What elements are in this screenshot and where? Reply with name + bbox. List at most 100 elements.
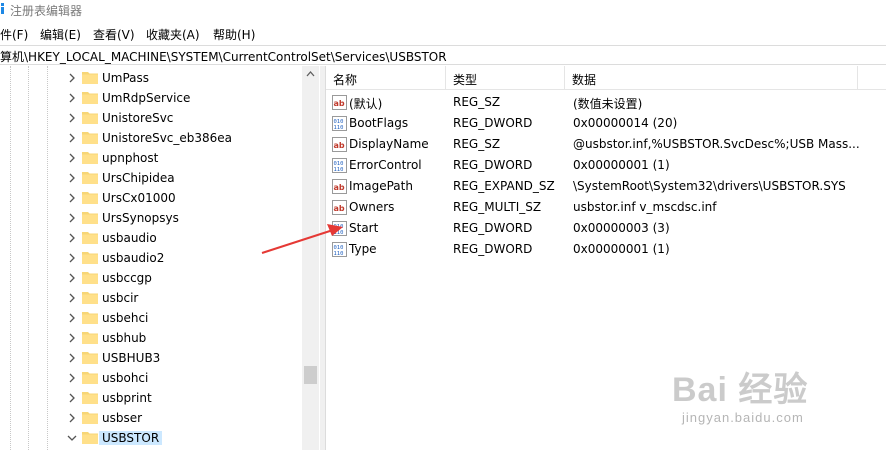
chevron-right-icon[interactable] <box>66 391 78 405</box>
folder-icon <box>82 312 98 324</box>
tree-item-label: UmPass <box>102 71 150 85</box>
tree-item[interactable]: usbser <box>66 408 306 428</box>
chevron-right-icon[interactable] <box>66 331 78 345</box>
tree-item[interactable]: usbhub <box>66 328 306 348</box>
tree-item-label: usbccgp <box>102 271 152 285</box>
folder-icon <box>82 392 98 404</box>
value-row[interactable]: 010 110 BootFlags REG_DWORD 0x00000014 (20) <box>326 113 886 134</box>
column-header-data[interactable]: 数据 <box>572 71 596 88</box>
column-separator[interactable] <box>564 66 565 90</box>
value-type: REG_DWORD <box>453 158 533 172</box>
column-header-name[interactable]: 名称 <box>333 71 357 88</box>
chevron-right-icon[interactable] <box>66 411 78 425</box>
tree-item[interactable]: UrsCx01000 <box>66 188 306 208</box>
scroll-thumb[interactable] <box>304 366 317 384</box>
chevron-right-icon[interactable] <box>66 351 78 365</box>
tree-item[interactable]: USBHUB3 <box>66 348 306 368</box>
value-row[interactable]: ab ImagePath REG_EXPAND_SZ \SystemRoot\Syst… <box>326 176 886 197</box>
tree-item[interactable]: usbohci <box>66 368 306 388</box>
tree-guide-line <box>47 66 48 450</box>
scroll-up-arrow-icon[interactable] <box>302 66 319 83</box>
chevron-right-icon[interactable] <box>66 311 78 325</box>
value-data: usbstor.inf v_mscdsc.inf <box>573 200 717 214</box>
chevron-right-icon[interactable] <box>66 111 78 125</box>
folder-icon <box>82 152 98 164</box>
chevron-right-icon[interactable] <box>66 171 78 185</box>
chevron-right-icon[interactable] <box>66 371 78 385</box>
tree-item[interactable]: usbprint <box>66 388 306 408</box>
tree-item[interactable]: USBSTOR <box>66 428 306 448</box>
tree-item[interactable]: UrsChipidea <box>66 168 306 188</box>
column-separator[interactable] <box>445 66 446 90</box>
svg-text:110: 110 <box>334 125 344 131</box>
value-type: REG_DWORD <box>453 242 533 256</box>
address-path[interactable]: 算机\HKEY_LOCAL_MACHINE\SYSTEM\CurrentCont… <box>0 48 447 65</box>
folder-icon <box>82 232 98 244</box>
menu-edit[interactable]: 编辑(E) <box>40 26 81 43</box>
address-bar[interactable]: 算机\HKEY_LOCAL_MACHINE\SYSTEM\CurrentCont… <box>0 45 886 65</box>
chevron-right-icon[interactable] <box>66 71 78 85</box>
tree-item-label: USBHUB3 <box>102 351 161 365</box>
tree-item-label: usbhub <box>102 331 147 345</box>
chevron-right-icon[interactable] <box>66 251 78 265</box>
watermark-brand: Bai 经验 <box>672 371 809 409</box>
tree-item[interactable]: usbccgp <box>66 268 306 288</box>
chevron-right-icon[interactable] <box>66 231 78 245</box>
tree-item[interactable]: usbaudio <box>66 228 306 248</box>
folder-icon <box>82 272 98 284</box>
tree-item[interactable]: UnistoreSvc_eb386ea <box>66 128 306 148</box>
watermark-url: jingyan.baidu.com <box>682 410 804 425</box>
tree-item[interactable]: usbehci <box>66 308 306 328</box>
folder-icon <box>82 252 98 264</box>
tree-item[interactable]: UmRdpService <box>66 88 306 108</box>
value-row[interactable]: 010 110 Start REG_DWORD 0x00000003 (3) <box>326 218 886 239</box>
chevron-right-icon[interactable] <box>66 151 78 165</box>
value-row[interactable]: 010 110 ErrorControl REG_DWORD 0x00000001 (1… <box>326 155 886 176</box>
tree-item[interactable]: upnphost <box>66 148 306 168</box>
column-header-type[interactable]: 类型 <box>453 71 477 88</box>
tree-item-label: UnistoreSvc <box>102 111 174 125</box>
tree-item-label: usbprint <box>102 391 152 405</box>
menu-view[interactable]: 查看(V) <box>93 26 135 43</box>
chevron-right-icon[interactable] <box>66 131 78 145</box>
menu-help[interactable]: 帮助(H) <box>213 26 255 43</box>
chevron-right-icon[interactable] <box>66 291 78 305</box>
value-name: ErrorControl <box>349 158 422 172</box>
menu-favorites[interactable]: 收藏夹(A) <box>146 26 200 43</box>
tree-item-label: UrsCx01000 <box>102 191 176 205</box>
tree-item[interactable]: usbaudio2 <box>66 248 306 268</box>
value-type: REG_SZ <box>453 137 501 151</box>
value-row[interactable]: 010 110 Type REG_DWORD 0x00000001 (1) <box>326 239 886 260</box>
string-value-icon: ab <box>332 137 347 152</box>
value-name: (默认) <box>349 97 383 111</box>
string-value-icon: ab <box>332 200 347 215</box>
binary-value-icon: 010110 <box>332 221 347 236</box>
folder-icon <box>82 352 98 364</box>
value-type: REG_EXPAND_SZ <box>453 179 555 193</box>
tree-item[interactable]: UmPass <box>66 68 306 88</box>
tree-item[interactable]: usbcir <box>66 288 306 308</box>
key-tree-pane[interactable]: UmPass UmRdpService UnistoreSvc UnistoreSvc… <box>0 66 320 450</box>
tree-item-label: UmRdpService <box>102 91 191 105</box>
chevron-right-icon[interactable] <box>66 211 78 225</box>
chevron-down-icon[interactable] <box>66 431 78 445</box>
tree-item-label: usbser <box>102 411 143 425</box>
column-separator[interactable] <box>857 66 858 90</box>
value-row[interactable]: ab DisplayName REG_SZ @usbstor.inf,%USBSTOR… <box>326 134 886 155</box>
chevron-right-icon[interactable] <box>66 91 78 105</box>
value-row[interactable]: ab (默认) REG_SZ (数值未设置) <box>326 92 886 113</box>
tree-scrollbar[interactable] <box>302 66 319 450</box>
value-data: 0x00000001 (1) <box>573 158 670 172</box>
binary-value-icon: 010110 <box>332 242 347 257</box>
tree-item[interactable]: UnistoreSvc <box>66 108 306 128</box>
folder-icon <box>82 412 98 424</box>
value-data: 0x00000014 (20) <box>573 116 678 130</box>
chevron-right-icon[interactable] <box>66 191 78 205</box>
value-row[interactable]: ab Owners REG_MULTI_SZ usbstor.inf v_mscdsc… <box>326 197 886 218</box>
menu-bar: 件(F) 编辑(E) 查看(V) 收藏夹(A) 帮助(H) <box>0 24 886 44</box>
menu-file[interactable]: 件(F) <box>0 26 28 43</box>
folder-icon <box>82 92 98 104</box>
value-data: @usbstor.inf,%USBSTOR.SvcDesc%;USB Mass.… <box>573 137 860 151</box>
tree-item[interactable]: UrsSynopsys <box>66 208 306 228</box>
chevron-right-icon[interactable] <box>66 271 78 285</box>
